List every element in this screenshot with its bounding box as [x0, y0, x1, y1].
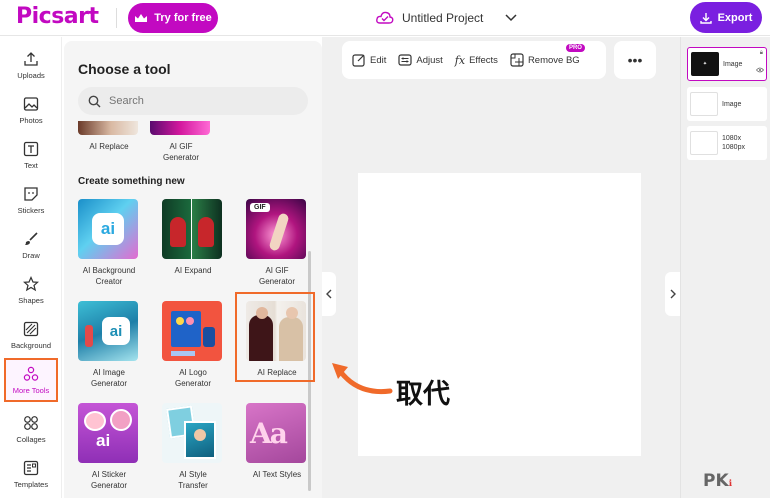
rail-item-background[interactable]: Background	[4, 313, 58, 357]
pro-badge: PRO	[565, 44, 585, 52]
edit-button[interactable]: Edit	[352, 53, 386, 67]
tile-ai-replace-top[interactable]: AI Replace	[78, 121, 140, 152]
rail-item-uploads[interactable]: Uploads	[4, 43, 58, 87]
collapse-panel-right[interactable]	[665, 272, 680, 316]
rail-item-draw[interactable]: Draw	[4, 223, 58, 267]
layer-item-image-2[interactable]: Image	[687, 87, 767, 121]
export-label: Export	[717, 11, 753, 24]
tile-ai-sticker-generator[interactable]: ai AI Sticker Generator	[78, 403, 140, 491]
adjust-icon	[398, 54, 412, 66]
adjust-button[interactable]: Adjust	[398, 53, 443, 67]
remove-bg-button[interactable]: Remove BG PRO	[510, 44, 585, 67]
ai-sticker-thumbnail: ai	[78, 403, 138, 463]
try-for-free-label: Try for free	[154, 12, 212, 24]
fx-icon: fx	[454, 53, 466, 67]
layer-thumbnail: ✦	[691, 52, 719, 76]
chevron-right-icon	[670, 289, 676, 299]
highlight-box	[235, 292, 315, 382]
layer-thumbnail	[690, 92, 718, 116]
tool-panel: Choose a tool AI Replace AI GIF Generato…	[64, 41, 322, 498]
remove-bg-icon	[510, 53, 524, 67]
try-for-free-button[interactable]: Try for free	[128, 3, 218, 33]
tile-ai-expand[interactable]: AI Expand	[162, 199, 224, 276]
ai-style-thumbnail	[162, 403, 222, 463]
tile-ai-gif-generator[interactable]: GIF AI GIF Generator	[246, 199, 308, 287]
ai-gif-thumbnail	[150, 121, 210, 135]
tile-ai-logo-generator[interactable]: AI Logo Generator	[162, 301, 224, 389]
chevron-down-icon	[505, 14, 517, 22]
export-button[interactable]: Export	[690, 2, 762, 33]
more-options-button[interactable]: •••	[614, 41, 656, 79]
tile-ai-background-creator[interactable]: ai AI Background Creator	[78, 199, 140, 287]
rail-item-text[interactable]: Text	[4, 133, 58, 177]
rail-item-more-tools[interactable]: More Tools	[4, 358, 58, 402]
ai-logo-thumbnail	[162, 301, 222, 361]
rail-item-photos[interactable]: Photos	[4, 88, 58, 132]
header-divider	[116, 8, 117, 28]
ai-text-styles-thumbnail: Aa	[246, 403, 306, 463]
tile-ai-image-generator[interactable]: ai AI Image Generator	[78, 301, 140, 389]
templates-icon	[23, 460, 39, 475]
eye-icon[interactable]	[756, 67, 764, 73]
project-title: Untitled Project	[402, 11, 484, 25]
ai-gif-thumbnail: GIF	[246, 199, 306, 259]
crown-icon	[135, 13, 148, 22]
search-icon	[88, 95, 101, 107]
picsart-logo[interactable]: Picsart	[16, 4, 99, 29]
collage-icon	[24, 415, 38, 430]
chevron-left-icon	[326, 289, 332, 299]
ai-replace-thumbnail	[78, 121, 138, 135]
cloud-check-icon	[376, 11, 394, 24]
watermark: PKℹ	[703, 471, 733, 491]
background-icon	[23, 321, 39, 336]
search-input[interactable]	[109, 95, 289, 107]
panel-title: Choose a tool	[78, 61, 171, 77]
tile-ai-gif-top[interactable]: AI GIF Generator	[150, 121, 212, 163]
tile-ai-style-transfer[interactable]: AI Style Transfer	[162, 403, 224, 491]
project-title-dropdown[interactable]: Untitled Project	[376, 8, 517, 28]
ai-background-thumbnail: ai	[78, 199, 138, 259]
tile-ai-text-styles[interactable]: Aa AI Text Styles	[246, 403, 308, 480]
tool-search[interactable]	[78, 87, 308, 115]
ai-image-thumbnail: ai	[78, 301, 138, 361]
rail-item-stickers[interactable]: Stickers	[4, 178, 58, 222]
layer-item-image-1[interactable]: ✦ Image 🔒︎	[687, 47, 767, 81]
collapse-panel-left[interactable]	[322, 272, 336, 316]
ai-expand-thumbnail	[162, 199, 222, 259]
artboard[interactable]	[358, 173, 641, 456]
section-title: Create something new	[78, 176, 185, 187]
edit-icon	[352, 54, 365, 67]
layer-item-background[interactable]: 1080x 1080px	[687, 126, 767, 160]
download-icon	[699, 12, 712, 24]
text-icon	[23, 141, 39, 156]
brush-icon	[25, 231, 38, 245]
left-tool-rail: Uploads Photos Text Stickers Draw Shapes…	[0, 37, 62, 498]
rail-item-shapes[interactable]: Shapes	[4, 268, 58, 312]
lock-icon[interactable]: 🔒︎	[760, 50, 763, 57]
effects-button[interactable]: fx Effects	[455, 54, 498, 67]
annotation-callout: 取代	[396, 379, 450, 410]
image-toolbar: Edit Adjust fx Effects Remove BG PRO	[342, 41, 606, 79]
layer-thumbnail	[690, 131, 718, 155]
rail-item-templates[interactable]: Templates	[4, 452, 58, 496]
top-bar: Picsart Try for free Untitled Project Ex…	[0, 0, 770, 36]
upload-icon	[24, 51, 38, 66]
more-tools-icon	[23, 366, 39, 381]
layers-panel: ✦ Image 🔒︎ Image 1080x 1080px	[680, 37, 770, 498]
annotation-arrow	[332, 363, 393, 395]
star-icon	[23, 275, 39, 291]
photo-icon	[23, 96, 39, 111]
rail-item-collages[interactable]: Collages	[4, 407, 58, 451]
sticker-icon	[24, 186, 38, 201]
